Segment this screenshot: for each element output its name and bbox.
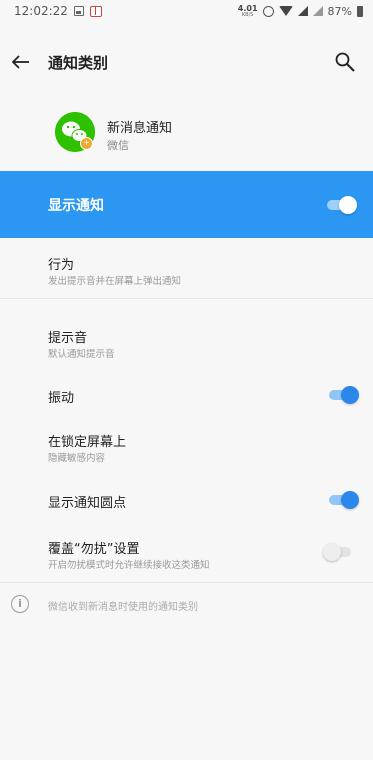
divider [0,582,373,583]
sound-title: 提示音 [48,331,88,346]
override-dnd-row[interactable]: 覆盖“勿扰”设置 开启勿扰模式时允许继续接收这类通知 [0,534,373,574]
signal-2-icon [312,6,323,16]
vibration-row[interactable]: 振动 [0,380,373,410]
show-notification-row[interactable]: 显示通知 [0,171,373,238]
behavior-sub: 发出提示音并在屏幕上弹出通知 [48,276,182,287]
override-dnd-sub: 开启勿扰模式时允许继续接收这类通知 [48,560,210,571]
screen: 12:02:22 4.01 KB/S 87% 通知类别 + 新消息通知 微信 显… [0,0,373,760]
behavior-row[interactable]: 行为 发出提示音并在屏幕上弹出通知 [0,250,373,296]
vibration-title: 振动 [48,391,75,406]
lock-screen-sub: 隐藏敏感内容 [48,453,106,464]
notification-dot-toggle[interactable] [329,490,359,510]
vibration-toggle[interactable] [329,385,359,405]
badge-icon: + [80,137,93,150]
sound-row[interactable]: 提示音 默认通知提示音 [0,323,373,363]
status-bar: 12:02:22 4.01 KB/S 87% [0,0,373,22]
network-speed-unit: KB/S [241,11,254,18]
toggle-knob [339,196,357,214]
gallery-notification-icon [73,6,84,16]
app-header: + 新消息通知 微信 [0,104,373,160]
app-channel-name: 新消息通知 [107,121,173,136]
notification-dot-title: 显示通知圆点 [48,496,127,511]
sound-sub: 默认通知提示音 [48,349,115,360]
toggle-knob [341,491,359,509]
info-icon: i [11,595,29,613]
override-dnd-toggle[interactable] [323,542,353,562]
notification-dot-row[interactable]: 显示通知圆点 [0,485,373,515]
app-notification-icon [89,5,102,17]
battery-icon [357,5,363,17]
lock-screen-row[interactable]: 在锁定屏幕上 隐藏敏感内容 [0,427,373,467]
signal-icon [297,6,308,16]
battery-percent: 87% [327,4,352,18]
wifi-icon [278,6,293,16]
status-time: 12:02:22 [14,4,68,18]
search-icon[interactable] [334,51,356,73]
show-notification-label: 显示通知 [48,198,104,214]
app-name: 微信 [107,139,129,152]
show-notification-toggle[interactable] [327,195,357,215]
page-title: 通知类别 [48,54,109,72]
alarm-icon [262,5,274,17]
lock-screen-title: 在锁定屏幕上 [48,435,127,450]
behavior-title: 行为 [48,258,75,273]
toolbar: 通知类别 [0,38,373,88]
toggle-knob [323,543,341,561]
toggle-knob [341,386,359,404]
override-dnd-title: 覆盖“勿扰”设置 [48,542,140,557]
divider [0,298,373,299]
back-arrow-icon[interactable] [11,52,31,72]
network-speed: 4.01 KB/S [238,4,258,18]
info-text: 微信收到新消息时使用的通知类别 [48,602,198,613]
